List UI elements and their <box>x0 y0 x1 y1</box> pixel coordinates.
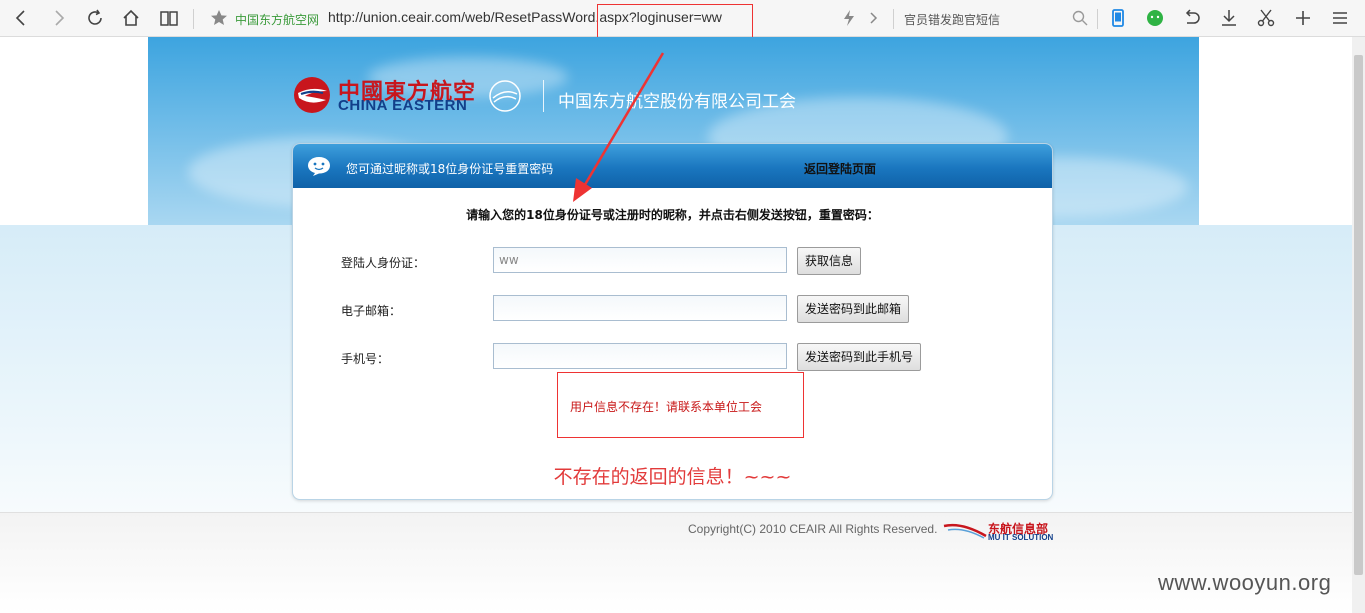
logo-divider <box>543 80 544 112</box>
phone-icon[interactable] <box>1107 7 1129 29</box>
undo-icon[interactable] <box>1181 7 1203 29</box>
back-to-login-link[interactable]: 返回登陆页面 <box>804 160 876 177</box>
scissors-icon[interactable] <box>1255 7 1277 29</box>
download-icon[interactable] <box>1218 7 1240 29</box>
flash-icon[interactable] <box>838 7 860 29</box>
copyright-text: Copyright(C) 2010 CEAIR All Rights Reser… <box>688 522 938 536</box>
logo-english-text: CHINA EASTERN <box>338 97 468 114</box>
instruction-text: 请输入您的18位身份证号或注册时的昵称，并点击右侧发送按钮，重置密码： <box>466 208 879 222</box>
send-to-phone-button[interactable]: 发送密码到此手机号 <box>797 343 922 371</box>
send-to-email-button[interactable]: 发送密码到此邮箱 <box>797 295 910 323</box>
panel-tip-text: 您可通过昵称或18位身份证号重置密码 <box>346 162 554 176</box>
site-name: 中国东方航空网 <box>235 13 320 27</box>
chat-bubble-icon <box>308 157 330 176</box>
toolbar-separator <box>1097 9 1098 29</box>
phone-input[interactable] <box>493 343 787 369</box>
forward-icon[interactable] <box>48 7 70 29</box>
get-info-button[interactable]: 获取信息 <box>797 247 862 275</box>
reset-password-panel: 您可通过昵称或18位身份证号重置密码 返回登陆页面 请输入您的18位身份证号或注… <box>292 143 1053 500</box>
refresh-icon[interactable] <box>84 7 106 29</box>
phone-label: 手机号： <box>341 352 390 366</box>
back-icon[interactable] <box>10 7 32 29</box>
annotation-note: 不存在的返回的信息！~~~ <box>553 466 792 488</box>
footer-band <box>0 512 1352 613</box>
favorite-star-icon[interactable] <box>208 7 230 29</box>
watermark-text: www.wooyun.org <box>1158 570 1332 595</box>
china-eastern-logo-icon <box>294 77 330 113</box>
scrollbar-thumb[interactable] <box>1354 55 1363 575</box>
email-input[interactable] <box>493 295 787 321</box>
email-label: 电子邮箱： <box>341 304 402 318</box>
skyteam-logo-icon <box>489 80 521 112</box>
home-icon[interactable] <box>120 7 142 29</box>
toolbar-separator <box>893 9 894 29</box>
wechat-icon[interactable] <box>1144 7 1166 29</box>
id-card-input[interactable] <box>493 247 787 273</box>
company-name: 中国东方航空股份有限公司工会 <box>558 92 796 112</box>
panel-header: 您可通过昵称或18位身份证号重置密码 返回登陆页面 <box>293 144 1052 188</box>
menu-icon[interactable] <box>1329 7 1351 29</box>
error-highlight-box: 用户信息不存在！请联系本单位工会 <box>557 372 804 438</box>
error-message: 用户信息不存在！请联系本单位工会 <box>570 400 763 414</box>
toolbar-separator <box>193 9 194 29</box>
reader-icon[interactable] <box>158 7 180 29</box>
mu-it-english-text: MU IT SOLUTION <box>988 533 1054 542</box>
search-icon[interactable] <box>1069 7 1091 29</box>
chevron-right-icon[interactable] <box>862 7 884 29</box>
id-card-label: 登陆人身份证： <box>341 256 426 270</box>
new-tab-plus-icon[interactable] <box>1292 7 1314 29</box>
search-box-text[interactable]: 官员错发跑官短信 <box>904 11 1000 28</box>
